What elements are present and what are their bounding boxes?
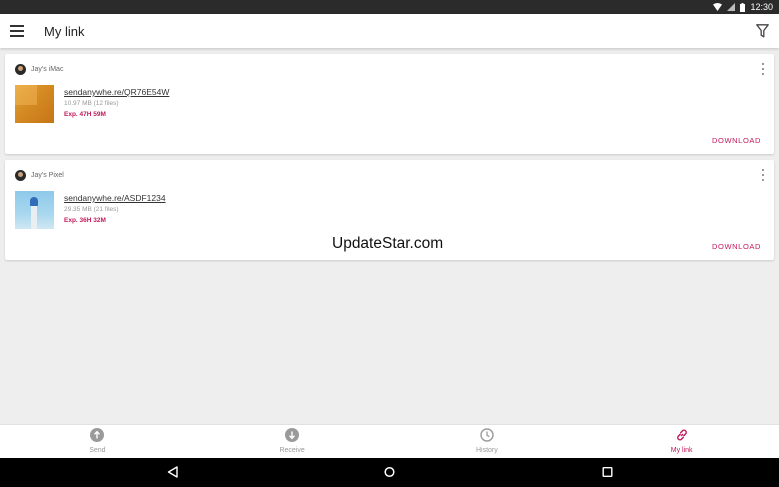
status-bar: 12:30	[0, 0, 779, 14]
menu-icon[interactable]	[10, 25, 24, 37]
filter-icon[interactable]	[756, 24, 769, 38]
clock-icon	[480, 428, 494, 442]
link-owner: Jay's iMac	[15, 64, 63, 75]
share-link[interactable]: sendanywhe.re/QR76E54W	[64, 87, 169, 97]
wifi-icon	[713, 3, 723, 11]
home-icon[interactable]	[384, 466, 395, 478]
link-card: Jay's iMac sendanywhe.re/QR76E54W 10.97 …	[5, 54, 774, 154]
watermark-text: UpdateStar.com	[332, 235, 444, 252]
avatar	[15, 170, 26, 181]
owner-name: Jay's Pixel	[31, 172, 64, 179]
nav-label-my-link: My link	[670, 447, 693, 454]
file-thumbnail	[15, 85, 54, 123]
upload-circle-icon	[90, 428, 105, 442]
bottom-navigation: Send Receive History My link	[0, 424, 779, 458]
signal-icon	[727, 3, 736, 11]
owner-name: Jay's iMac	[31, 66, 64, 73]
download-circle-icon	[285, 428, 300, 442]
share-link[interactable]: sendanywhe.re/ASDF1234	[64, 193, 166, 203]
more-options-icon[interactable]	[761, 169, 765, 181]
app-bar: My link	[0, 14, 779, 48]
file-size: 29.35 MB (21 files)	[64, 206, 119, 213]
back-icon[interactable]	[167, 466, 178, 478]
file-thumbnail	[15, 191, 54, 229]
nav-item-my-link[interactable]: My link	[584, 425, 779, 458]
nav-item-history[interactable]: History	[390, 425, 585, 458]
nav-label-receive: Receive	[279, 447, 305, 454]
link-owner: Jay's Pixel	[15, 170, 64, 181]
system-navigation-bar	[0, 458, 779, 487]
expiry-time: Exp. 36H 32M	[64, 217, 106, 224]
nav-label-send: Send	[89, 447, 106, 454]
more-options-icon[interactable]	[761, 63, 765, 75]
recents-icon[interactable]	[602, 466, 613, 478]
download-button[interactable]: DOWNLOAD	[712, 136, 761, 145]
download-button[interactable]: DOWNLOAD	[712, 242, 761, 251]
avatar	[15, 64, 26, 75]
battery-icon	[740, 2, 746, 12]
nav-item-send[interactable]: Send	[0, 425, 195, 458]
page-title: My link	[44, 24, 85, 39]
expiry-time: Exp. 47H 59M	[64, 111, 106, 118]
link-icon	[676, 429, 687, 441]
nav-label-history: History	[475, 447, 498, 454]
status-time: 12:30	[750, 2, 773, 12]
file-size: 10.97 MB (12 files)	[64, 100, 119, 107]
nav-item-receive[interactable]: Receive	[195, 425, 390, 458]
status-icons: 12:30	[713, 2, 773, 12]
